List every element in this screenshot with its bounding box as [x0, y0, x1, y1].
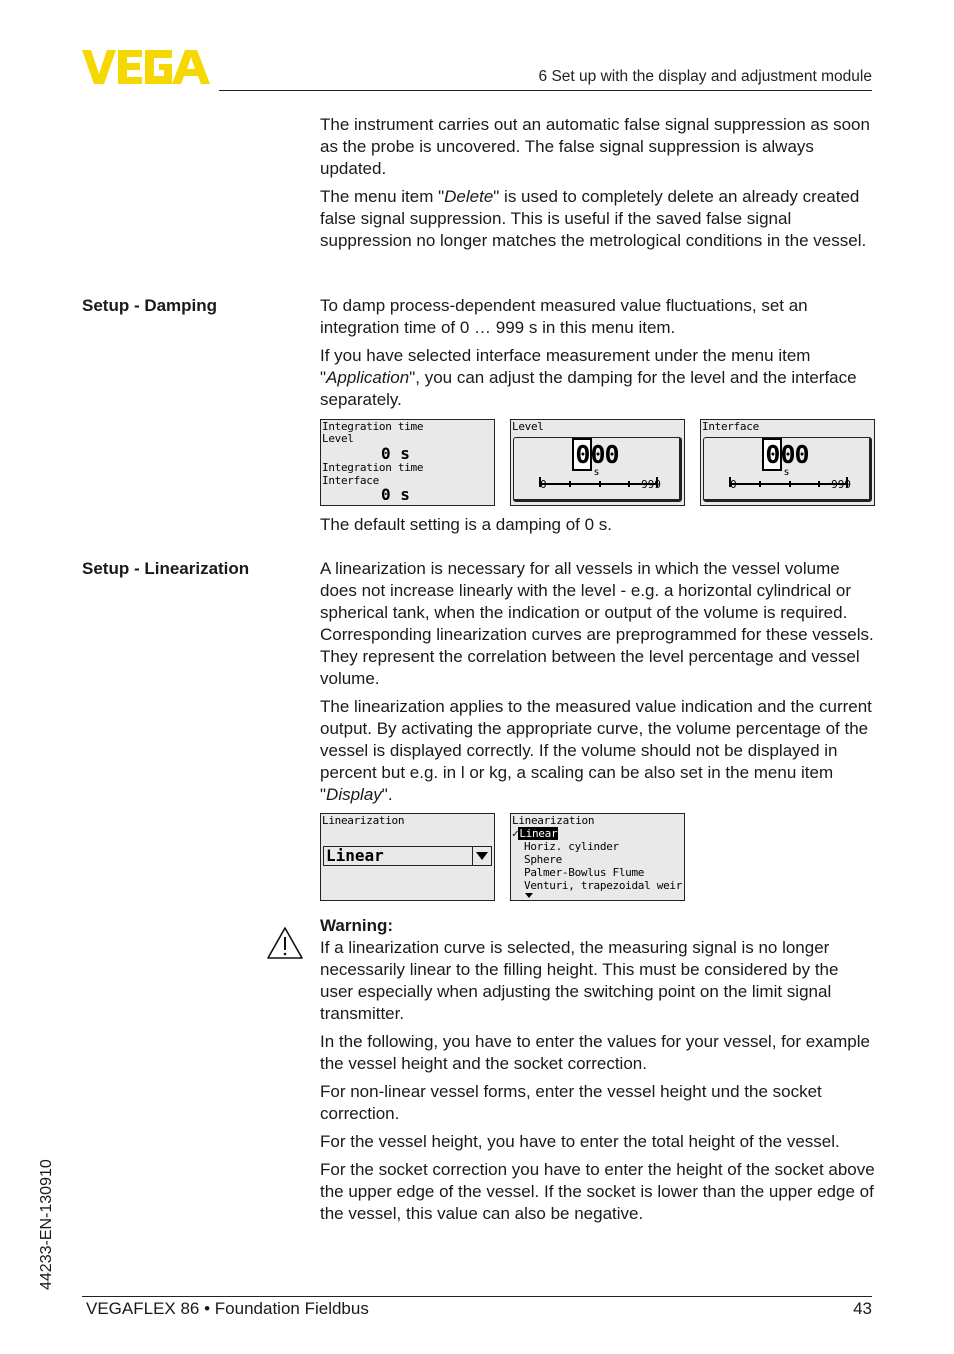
- digit-cursor: 0: [572, 438, 593, 471]
- list-item[interactable]: Venturi, trapezoidal weir: [524, 879, 682, 892]
- lcd-linearization-list: Linearization ✓Linear Horiz. cylinder Sp…: [510, 813, 685, 901]
- intro-text: The instrument carries out an automatic …: [320, 114, 875, 258]
- editor-frame: 000 s 0 999: [513, 437, 682, 502]
- footer-rule: [82, 1296, 872, 1297]
- text: The menu item ": [320, 187, 445, 206]
- warning-icon: [267, 927, 303, 959]
- scroll-down-icon[interactable]: [525, 893, 533, 898]
- digit-cursor: 0: [762, 438, 783, 471]
- list-item[interactable]: Sphere: [524, 853, 562, 866]
- lcd-line: Level: [322, 432, 354, 445]
- default-note: The default setting is a damping of 0 s.: [320, 515, 613, 534]
- warning-block: Warning: If a linearization curve is sel…: [320, 915, 875, 1231]
- digit-field[interactable]: 000: [514, 438, 679, 471]
- header-rule: [219, 90, 872, 91]
- vega-logo: [82, 50, 210, 84]
- digit-field[interactable]: 000: [704, 438, 869, 471]
- lcd-title: Linearization: [322, 814, 405, 827]
- lcd-line: Interface: [322, 474, 379, 487]
- digits: 00: [780, 440, 809, 469]
- display-paragraph: The linearization applies to the measure…: [320, 696, 875, 806]
- socket-correction-paragraph: For the socket correction you have to en…: [320, 1160, 875, 1223]
- document-id: 44233-EN-130910: [38, 1159, 55, 1290]
- interface-value: 0 s: [381, 485, 410, 504]
- linearization-heading: Setup - Linearization: [82, 559, 250, 578]
- lcd-integration-time: Integration time Level 0 s Integration t…: [320, 419, 495, 506]
- menu-item-ref: Delete: [444, 187, 494, 206]
- linearization-paragraph: A linearization is necessary for all ves…: [320, 559, 874, 688]
- warning-title: Warning:: [320, 916, 394, 935]
- damping-heading: Setup - Damping: [82, 296, 218, 315]
- lcd-level-editor: Level 000 s 0 999: [510, 419, 685, 506]
- lcd-title: Linearization: [512, 814, 595, 827]
- list-item-selected[interactable]: ✓Linear: [512, 827, 559, 840]
- linearization-text: A linearization is necessary for all ves…: [320, 558, 875, 812]
- menu-item-ref: Application: [326, 368, 410, 387]
- footer-product: VEGAFLEX 86 • Foundation Fieldbus: [86, 1299, 369, 1318]
- lcd-line: Integration time: [322, 461, 424, 474]
- dropdown-value: Linear: [326, 846, 384, 865]
- digits: 00: [590, 440, 619, 469]
- text: ".: [381, 785, 393, 804]
- intro-paragraph: The instrument carries out an automatic …: [320, 115, 870, 178]
- interface-paragraph: If you have selected interface measureme…: [320, 345, 875, 411]
- delete-paragraph: The menu item "Delete" is used to comple…: [320, 186, 875, 252]
- lcd-title: Level: [512, 420, 544, 433]
- section-title: 6 Set up with the display and adjustment…: [538, 68, 872, 85]
- damping-text: To damp process-dependent measured value…: [320, 295, 875, 417]
- editor-frame: 000 s 0 999: [703, 437, 872, 502]
- lcd-title: Interface: [702, 420, 759, 433]
- lcd-interface-editor: Interface 000 s 0 999: [700, 419, 875, 506]
- damping-paragraph: To damp process-dependent measured value…: [320, 296, 808, 337]
- vessel-values-paragraph: In the following, you have to enter the …: [320, 1032, 870, 1073]
- dropdown-arrow-icon[interactable]: [472, 847, 491, 865]
- linearization-dropdown[interactable]: Linear: [323, 846, 492, 866]
- warning-text: If a linearization curve is selected, th…: [320, 938, 839, 1023]
- option-label: Linear: [518, 827, 559, 840]
- vessel-height-paragraph: For the vessel height, you have to enter…: [320, 1132, 840, 1151]
- lcd-linearization-select: Linearization Linear: [320, 813, 495, 901]
- page-number: 43: [853, 1299, 872, 1318]
- menu-item-ref: Display: [326, 785, 382, 804]
- scale-bar: [539, 477, 658, 487]
- nonlinear-paragraph: For non-linear vessel forms, enter the v…: [320, 1082, 822, 1123]
- scale-bar: [729, 477, 848, 487]
- text: The linearization applies to the measure…: [320, 697, 872, 804]
- list-item[interactable]: Palmer-Bowlus Flume: [524, 866, 644, 879]
- list-item[interactable]: Horiz. cylinder: [524, 840, 619, 853]
